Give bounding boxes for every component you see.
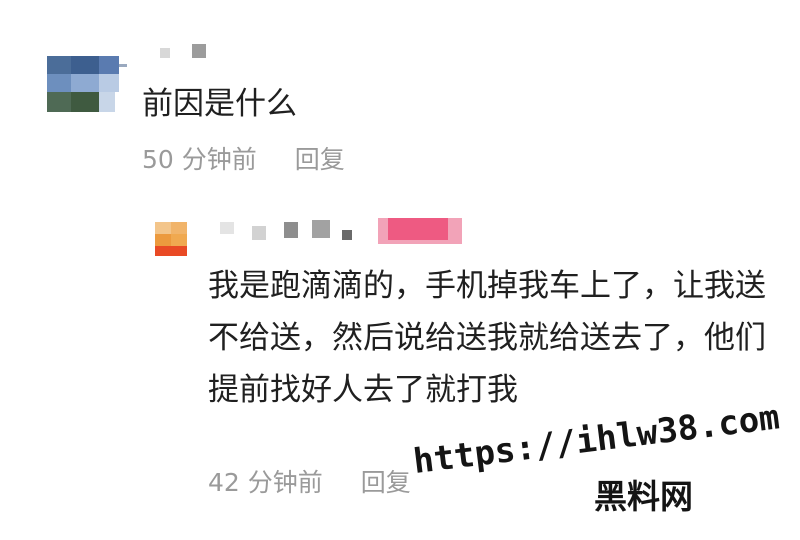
comment-time: 50 分钟前 (142, 145, 257, 174)
reply-button[interactable]: 回复 (295, 145, 345, 174)
comment-text: 我是跑滴滴的，手机掉我车上了，让我送不给送，然后说给送我就给送去了，他们提前找好… (208, 268, 766, 408)
avatar-commenter-2[interactable] (155, 222, 187, 256)
comment-meta: 42 分钟前 回复 (208, 466, 411, 500)
watermark-site-name: 黑料网 (594, 477, 693, 516)
username-censored (212, 218, 462, 244)
comment-text: 前因是什么 (142, 86, 297, 122)
comment-time: 42 分钟前 (208, 468, 323, 497)
reply-button[interactable]: 回复 (361, 468, 411, 497)
comment-meta: 50 分钟前 回复 (142, 143, 345, 177)
watermark: https://ihlw38.com 黑料网 (411, 397, 786, 528)
username-censored (160, 44, 208, 60)
avatar-commenter-1[interactable] (47, 56, 127, 112)
